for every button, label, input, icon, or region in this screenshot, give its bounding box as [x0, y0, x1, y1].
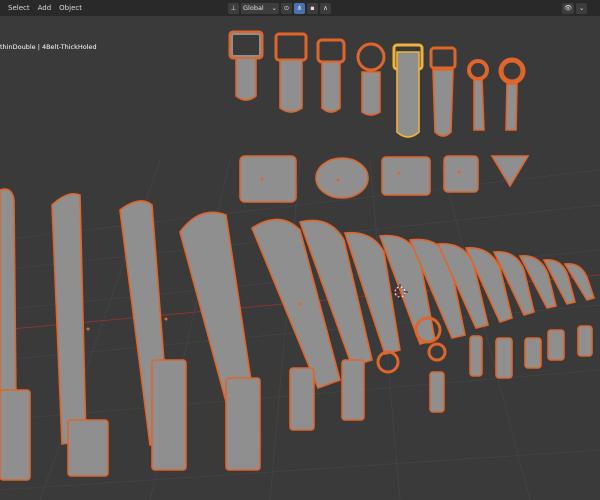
proportional-falloff-icon[interactable]: ∧	[320, 2, 331, 14]
transform-orientation-group: ⊥ Global ⌄ ⊙ ⋔ ▪ ∧	[228, 2, 331, 14]
magnet-icon[interactable]: ⋔	[294, 2, 305, 14]
menu-object[interactable]: Object	[55, 4, 86, 12]
viewport-shading-group: 👁 ⌄	[562, 2, 588, 14]
orientation-icon[interactable]: ⊥	[228, 2, 239, 14]
3d-viewport[interactable]: Select Add Object ⊥ Global ⌄ ⊙ ⋔ ▪ ∧ 👁 ⌄…	[0, 0, 600, 500]
transform-orientation-dropdown[interactable]: Global ⌄	[241, 2, 279, 14]
pivot-icon[interactable]: ⊙	[281, 2, 292, 14]
viewport-header: Select Add Object ⊥ Global ⌄ ⊙ ⋔ ▪ ∧ 👁 ⌄	[0, 0, 600, 16]
menu-select[interactable]: Select	[0, 4, 34, 12]
transform-orientation-label: Global	[243, 4, 264, 12]
gizmo-icon[interactable]: ⌄	[576, 2, 588, 14]
chevron-down-icon: ⌄	[271, 4, 277, 12]
object-info-text: thinDouble | 4Belt-ThickHoled	[0, 43, 97, 51]
visibility-icon[interactable]: 👁	[562, 2, 575, 14]
scene-canvas[interactable]	[0, 0, 600, 500]
snap-target-icon[interactable]: ▪	[307, 2, 318, 14]
buckle-row	[228, 30, 530, 203]
belt-strips	[0, 188, 596, 481]
menu-add[interactable]: Add	[34, 4, 56, 12]
